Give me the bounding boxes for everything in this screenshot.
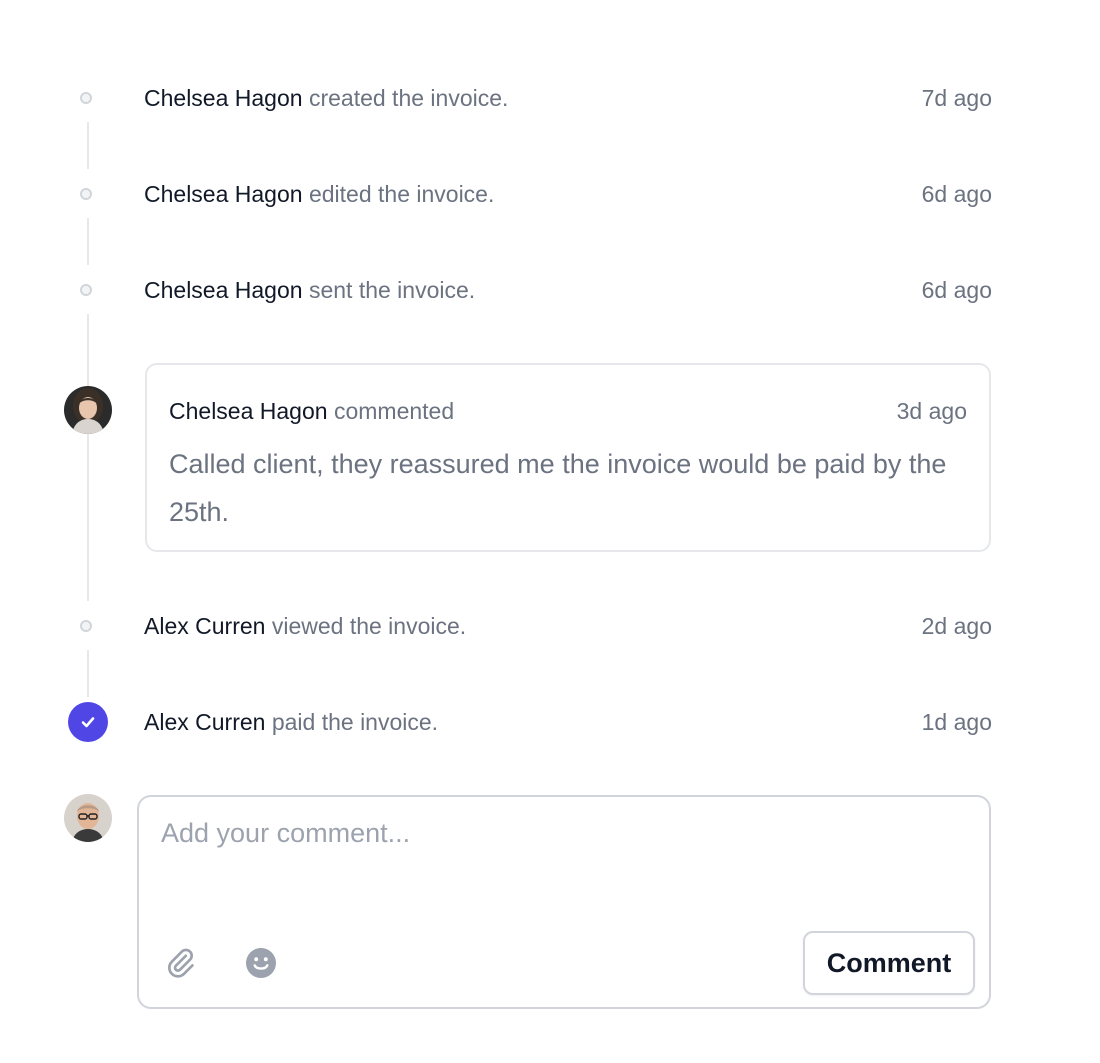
comment-body: Called client, they reassured me the inv… (169, 449, 947, 527)
timeline-dot (80, 92, 92, 104)
activity-actor: Chelsea Hagon (144, 181, 303, 207)
activity-actor: Chelsea Hagon (144, 277, 303, 303)
paperclip-icon (167, 948, 194, 978)
activity-feed: Chelsea Hagon created the invoice. 7d ag… (0, 0, 1100, 1063)
activity-item: Alex Curren paid the invoice. 1d ago (144, 707, 992, 737)
comment-header: Chelsea Hagon commented 3d ago (169, 396, 967, 426)
activity-text: Alex Curren paid the invoice. (144, 707, 438, 737)
check-circle-icon (68, 702, 108, 742)
comment-author: Chelsea Hagon (169, 398, 328, 424)
current-user-avatar (64, 794, 112, 842)
avatar-photo (64, 386, 112, 434)
activity-text: Chelsea Hagon created the invoice. (144, 83, 508, 113)
activity-time: 7d ago (921, 85, 992, 111)
activity-time: 1d ago (921, 709, 992, 735)
timeline-dot (80, 620, 92, 632)
timeline-connector (87, 314, 89, 601)
activity-actor: Alex Curren (144, 613, 266, 639)
activity-action: paid the invoice. (271, 709, 439, 735)
activity-item: Chelsea Hagon created the invoice. 7d ag… (144, 83, 992, 113)
activity-actor: Chelsea Hagon (144, 85, 303, 111)
check-icon (81, 717, 95, 728)
timeline-connector (87, 122, 89, 169)
comment-verb: commented (333, 398, 455, 424)
emoji-button[interactable] (241, 943, 281, 983)
activity-action: sent the invoice. (308, 277, 476, 303)
comment-compose-box: Comment (137, 795, 991, 1009)
commenter-avatar (64, 386, 112, 434)
comment-input[interactable] (161, 815, 961, 915)
activity-action: created the invoice. (308, 85, 509, 111)
face-smile-icon (246, 948, 276, 978)
timeline-dot (80, 188, 92, 200)
activity-item: Chelsea Hagon edited the invoice. 6d ago (144, 179, 992, 209)
timeline-dot (80, 284, 92, 296)
activity-time: 6d ago (921, 181, 992, 207)
activity-item: Chelsea Hagon sent the invoice. 6d ago (144, 275, 992, 305)
avatar-photo (64, 794, 112, 842)
activity-item: Alex Curren viewed the invoice. 2d ago (144, 611, 992, 641)
activity-action: viewed the invoice. (271, 613, 467, 639)
comment-time: 3d ago (896, 398, 967, 424)
activity-time: 6d ago (921, 277, 992, 303)
activity-text: Chelsea Hagon edited the invoice. (144, 179, 494, 209)
timeline-connector (87, 650, 89, 697)
activity-time: 2d ago (921, 613, 992, 639)
comment-meta: Chelsea Hagon commented (169, 396, 454, 426)
activity-text: Alex Curren viewed the invoice. (144, 611, 466, 641)
activity-actor: Alex Curren (144, 709, 266, 735)
activity-action: edited the invoice. (308, 181, 495, 207)
comment-submit-button[interactable]: Comment (803, 931, 975, 995)
activity-text: Chelsea Hagon sent the invoice. (144, 275, 475, 305)
attach-file-button[interactable] (161, 943, 201, 983)
comment-card: Chelsea Hagon commented 3d ago Called cl… (145, 363, 991, 552)
timeline-connector (87, 218, 89, 265)
